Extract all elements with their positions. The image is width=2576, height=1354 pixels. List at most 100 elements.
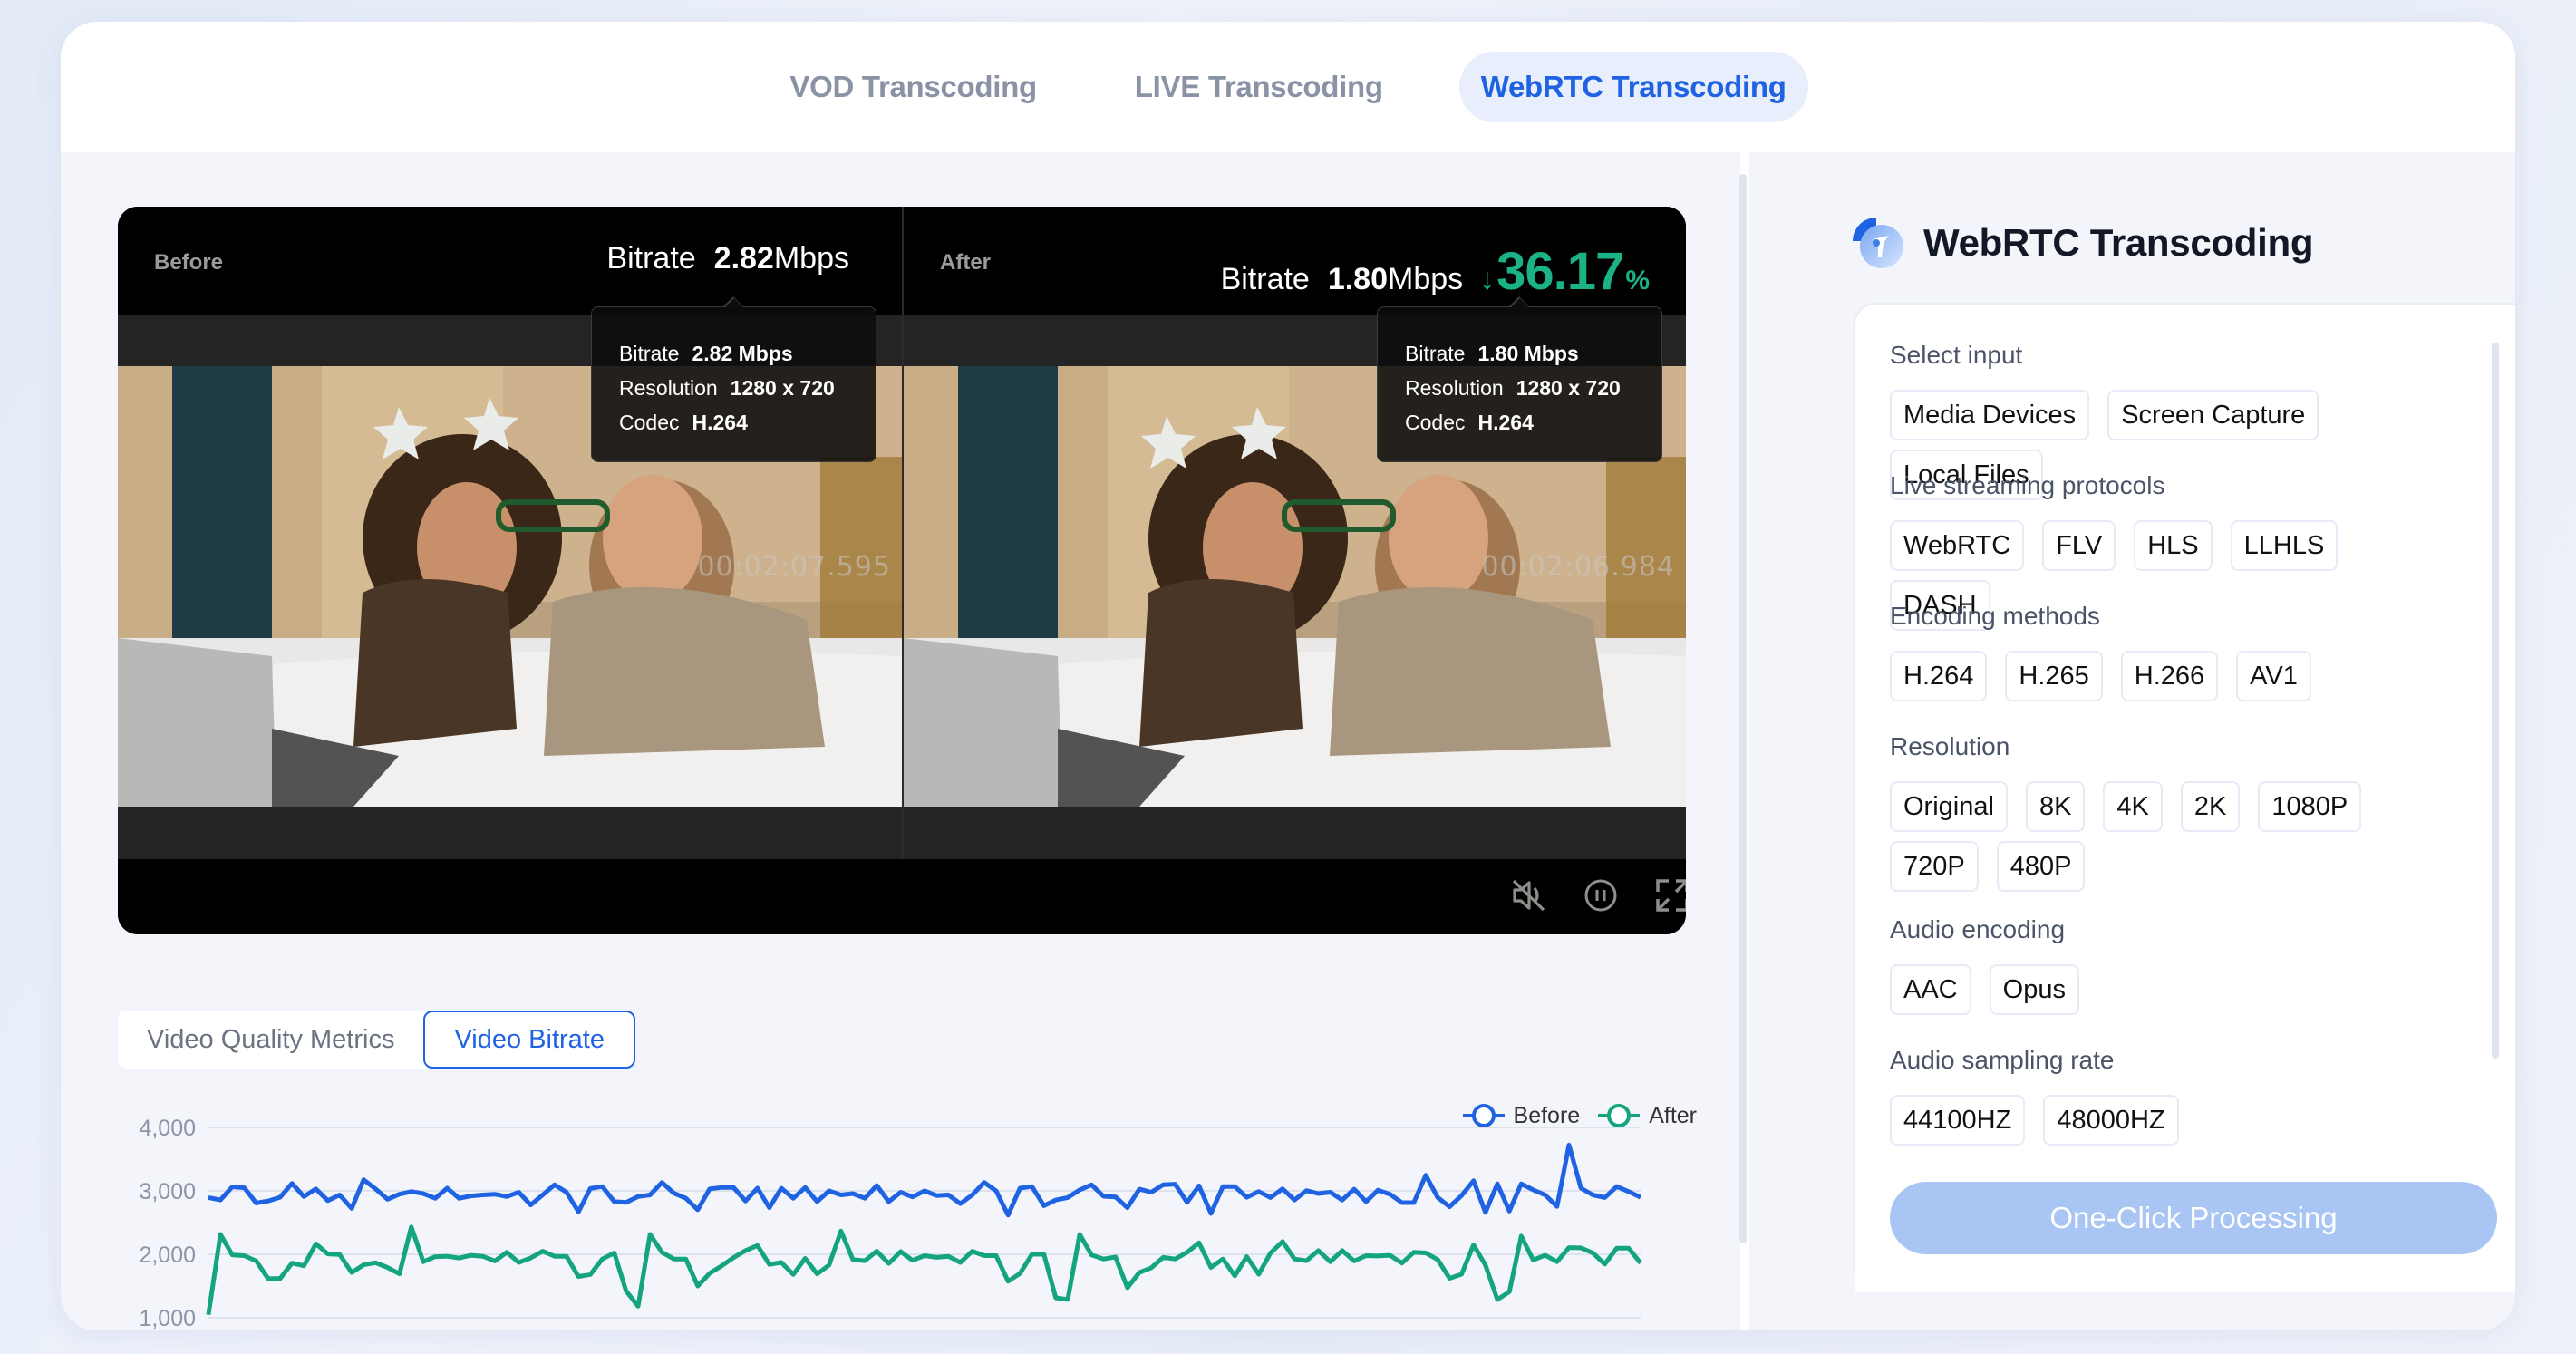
option-screen-capture[interactable]: Screen Capture (2107, 390, 2319, 440)
pause-button[interactable] (1581, 875, 1621, 915)
option-2k[interactable]: 2K (2180, 781, 2241, 832)
webrtc-logo-icon (1853, 218, 1903, 268)
tab-vod-transcoding[interactable]: VOD Transcoding (768, 52, 1058, 122)
tab-live-transcoding[interactable]: LIVE Transcoding (1113, 52, 1405, 122)
tooltip-key: Codec (1405, 411, 1466, 434)
series-line-after[interactable] (206, 1224, 1642, 1315)
video-comparison-player: Before Bitrate 2.82 Mbps 00:02:07.595 Bi… (118, 207, 1686, 934)
option-h266[interactable]: H.266 (2120, 651, 2219, 701)
tooltip-bitrate-row: Bitrate 2.82 Mbps (619, 336, 876, 371)
chip-group: H.264 H.265 H.266 AV1 (1890, 651, 2470, 711)
tooltip-value: 1.80 Mbps (1477, 342, 1579, 365)
before-bitrate-unit: Mbps (773, 241, 849, 276)
settings-card: Select input Media Devices Screen Captur… (1854, 303, 2515, 1292)
option-4k[interactable]: 4K (2103, 781, 2163, 832)
after-label: After (940, 250, 992, 275)
tooltip-key: Resolution (1405, 376, 1504, 400)
option-hls[interactable]: HLS (2134, 520, 2213, 571)
after-header: After Bitrate 1.80 Mbps ↓ 36.17 % (904, 207, 1686, 315)
option-h265[interactable]: H.265 (2005, 651, 2103, 701)
tooltip-resolution-row: Resolution 1280 x 720 (619, 371, 876, 405)
option-aac[interactable]: AAC (1890, 964, 1971, 1015)
tooltip-key: Bitrate (619, 342, 680, 365)
section-label: Audio sampling rate (1890, 1046, 2115, 1074)
preview-area: Before Bitrate 2.82 Mbps 00:02:07.595 Bi… (61, 152, 1744, 1330)
transcoding-tabs: VOD Transcoding LIVE Transcoding WebRTC … (61, 22, 2515, 152)
option-original[interactable]: Original (1890, 781, 2008, 832)
section-label: Live streaming protocols (1890, 471, 2165, 499)
option-h264[interactable]: H.264 (1890, 651, 1988, 701)
tooltip-value: H.264 (692, 411, 748, 434)
left-scrollbar[interactable] (1739, 174, 1747, 1243)
before-timecode: 00:02:07.595 (697, 551, 891, 583)
before-letterbox-bottom (118, 807, 902, 859)
main-card: VOD Transcoding LIVE Transcoding WebRTC … (61, 22, 2515, 1330)
before-info-tooltip: Bitrate 2.82 Mbps Resolution 1280 x 720 Co… (591, 296, 876, 462)
option-720p[interactable]: 720P (1890, 841, 1979, 892)
mute-button[interactable] (1509, 875, 1549, 915)
chip-group: 44100HZ 48000HZ (1890, 1095, 2470, 1147)
section-resolution: Resolution Original 8K 4K 2K 1080P 720P … (1890, 732, 2470, 901)
before-header: Before Bitrate 2.82 Mbps (118, 207, 902, 315)
settings-area: WebRTC Transcoding Select input Media De… (1749, 152, 2515, 1330)
after-letterbox-bottom (904, 807, 1686, 859)
tooltip-bitrate-row: Bitrate 1.80 Mbps (1405, 336, 1661, 371)
series-line-before[interactable] (208, 1142, 1642, 1218)
section-label: Resolution (1890, 732, 2010, 760)
settings-header: WebRTC Transcoding (1849, 214, 2313, 272)
settings-scrollbar[interactable] (2492, 343, 2499, 1059)
tooltip-codec-row: Codec H.264 (1405, 405, 1661, 440)
tooltip-key: Bitrate (1405, 342, 1466, 365)
settings-scroll[interactable]: Select input Media Devices Screen Captur… (1855, 305, 2515, 1147)
tab-video-quality-metrics[interactable]: Video Quality Metrics (118, 1011, 423, 1069)
tooltip-codec-row: Codec H.264 (619, 405, 876, 440)
tooltip-key: Resolution (619, 376, 718, 400)
y-tick-label: 3,000 (139, 1179, 196, 1204)
before-bitrate[interactable]: Bitrate 2.82 Mbps (606, 241, 849, 276)
y-tick-label: 2,000 (139, 1243, 196, 1268)
option-webrtc[interactable]: WebRTC (1890, 520, 2025, 571)
section-label: Encoding methods (1890, 602, 2100, 630)
tooltip-key: Codec (619, 411, 680, 434)
tooltip-value: 2.82 Mbps (692, 342, 793, 365)
option-48000hz[interactable]: 48000HZ (2043, 1095, 2179, 1146)
after-pane: After Bitrate 1.80 Mbps ↓ 36.17 % 00:02:… (902, 207, 1686, 859)
option-llhls[interactable]: LLHLS (2230, 520, 2339, 571)
before-bitrate-key: Bitrate (606, 241, 696, 276)
fullscreen-icon (1656, 879, 1686, 912)
option-media-devices[interactable]: Media Devices (1890, 390, 2090, 440)
after-bitrate-unit: Mbps (1388, 262, 1464, 296)
chart-tabs: Video Quality Metrics Video Bitrate (118, 1011, 635, 1069)
after-bitrate-value: 1.80 (1327, 262, 1389, 296)
fullscreen-button[interactable] (1652, 875, 1686, 915)
option-480p[interactable]: 480P (1996, 841, 2086, 892)
option-8k[interactable]: 8K (2025, 781, 2086, 832)
section-label: Select input (1890, 341, 2023, 369)
one-click-processing-button[interactable]: One-Click Processing (1890, 1182, 2497, 1254)
tooltip-value: 1280 x 720 (730, 376, 835, 400)
option-flv[interactable]: FLV (2042, 520, 2116, 571)
option-1080p[interactable]: 1080P (2258, 781, 2362, 832)
section-audio-sampling-rate: Audio sampling rate 44100HZ 48000HZ (1890, 1046, 2470, 1147)
after-bitrate[interactable]: Bitrate 1.80 Mbps ↓ 36.17 % (1221, 241, 1650, 302)
before-pane: Before Bitrate 2.82 Mbps 00:02:07.595 Bi… (118, 207, 902, 859)
chip-group: Original 8K 4K 2K 1080P 720P 480P (1890, 781, 2470, 901)
section-label: Audio encoding (1890, 915, 2066, 943)
tab-webrtc-transcoding[interactable]: WebRTC Transcoding (1458, 52, 1808, 122)
section-encoding-methods: Encoding methods H.264 H.265 H.266 AV1 (1890, 602, 2470, 711)
y-tick-label: 4,000 (139, 1116, 196, 1141)
bitrate-chart: 1,000 2,000 3,000 4,000 (61, 1091, 1744, 1330)
option-av1[interactable]: AV1 (2236, 651, 2311, 701)
after-info-tooltip: Bitrate 1.80 Mbps Resolution 1280 x 720 Co… (1377, 296, 1662, 462)
savings-unit: % (1625, 266, 1650, 295)
bitrate-savings: ↓ 36.17 % (1479, 241, 1650, 302)
tab-video-bitrate[interactable]: Video Bitrate (423, 1011, 635, 1069)
tooltip-resolution-row: Resolution 1280 x 720 (1405, 371, 1661, 405)
savings-value: 36.17 (1496, 242, 1624, 301)
option-44100hz[interactable]: 44100HZ (1890, 1095, 2026, 1146)
chip-group: AAC Opus (1890, 964, 2470, 1024)
tooltip-value: 1280 x 720 (1516, 376, 1621, 400)
arrow-down-icon: ↓ (1479, 262, 1496, 296)
option-opus[interactable]: Opus (1989, 964, 2079, 1015)
y-tick-label: 1,000 (139, 1306, 196, 1330)
